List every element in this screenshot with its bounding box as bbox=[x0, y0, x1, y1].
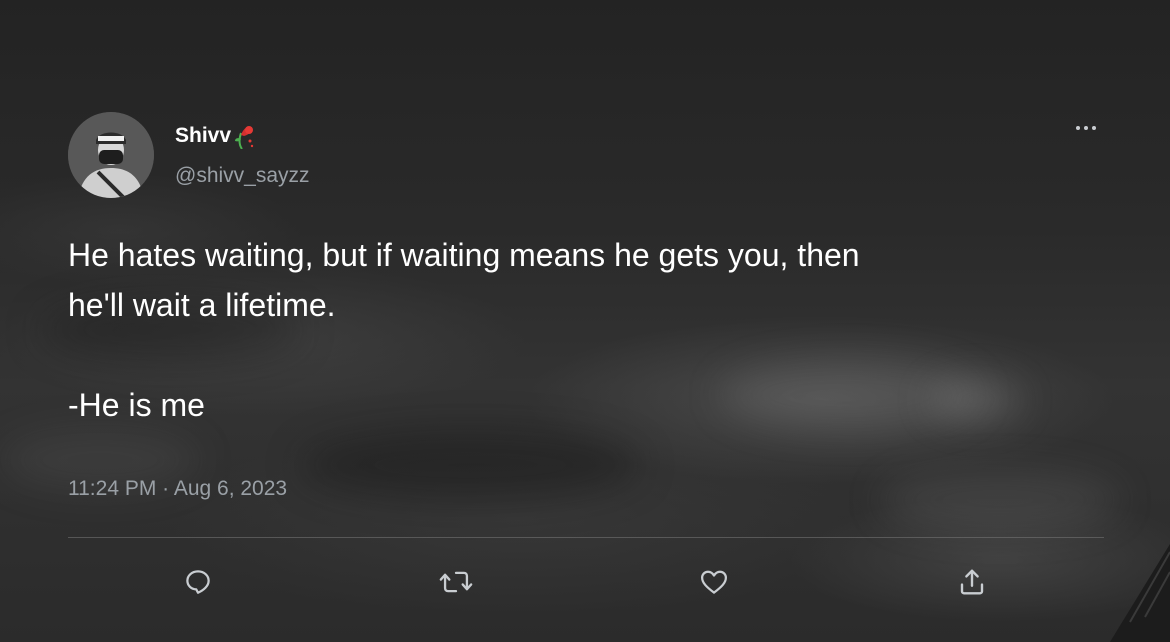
tweet-text-line: he'll wait a lifetime. bbox=[68, 287, 336, 323]
more-horizontal-icon[interactable] bbox=[1068, 118, 1104, 138]
building-silhouette bbox=[1110, 544, 1170, 642]
tweet-body: He hates waiting, but if waiting means h… bbox=[68, 230, 1128, 430]
wilted-rose-emoji bbox=[235, 126, 254, 149]
display-name-text: Shivv bbox=[175, 124, 232, 147]
more-dot bbox=[1092, 126, 1096, 130]
retweet-icon bbox=[439, 571, 473, 593]
divider bbox=[68, 537, 1104, 538]
like-button[interactable] bbox=[694, 562, 734, 602]
reply-button[interactable] bbox=[178, 562, 218, 602]
more-dot bbox=[1084, 126, 1088, 130]
avatar-person-icon bbox=[68, 112, 154, 198]
background-cloud bbox=[300, 430, 640, 500]
tweet-timestamp[interactable]: 11:24 PM · Aug 6, 2023 bbox=[68, 477, 287, 501]
share-button[interactable] bbox=[952, 562, 992, 602]
avatar[interactable] bbox=[68, 112, 154, 198]
display-name[interactable]: Shivv bbox=[175, 123, 255, 149]
retweet-button[interactable] bbox=[436, 562, 476, 602]
tweet-screenshot: Shivv @shivv_sayzz He hates waiting, but… bbox=[0, 0, 1170, 642]
reply-icon bbox=[186, 570, 210, 594]
tweet-signature: -He is me bbox=[68, 387, 205, 423]
more-dot bbox=[1076, 126, 1080, 130]
user-handle[interactable]: @shivv_sayzz bbox=[175, 164, 310, 188]
background-cloud bbox=[880, 470, 1120, 530]
share-icon bbox=[960, 569, 984, 595]
heart-icon bbox=[701, 570, 727, 594]
tweet-text-line: He hates waiting, but if waiting means h… bbox=[68, 237, 860, 273]
